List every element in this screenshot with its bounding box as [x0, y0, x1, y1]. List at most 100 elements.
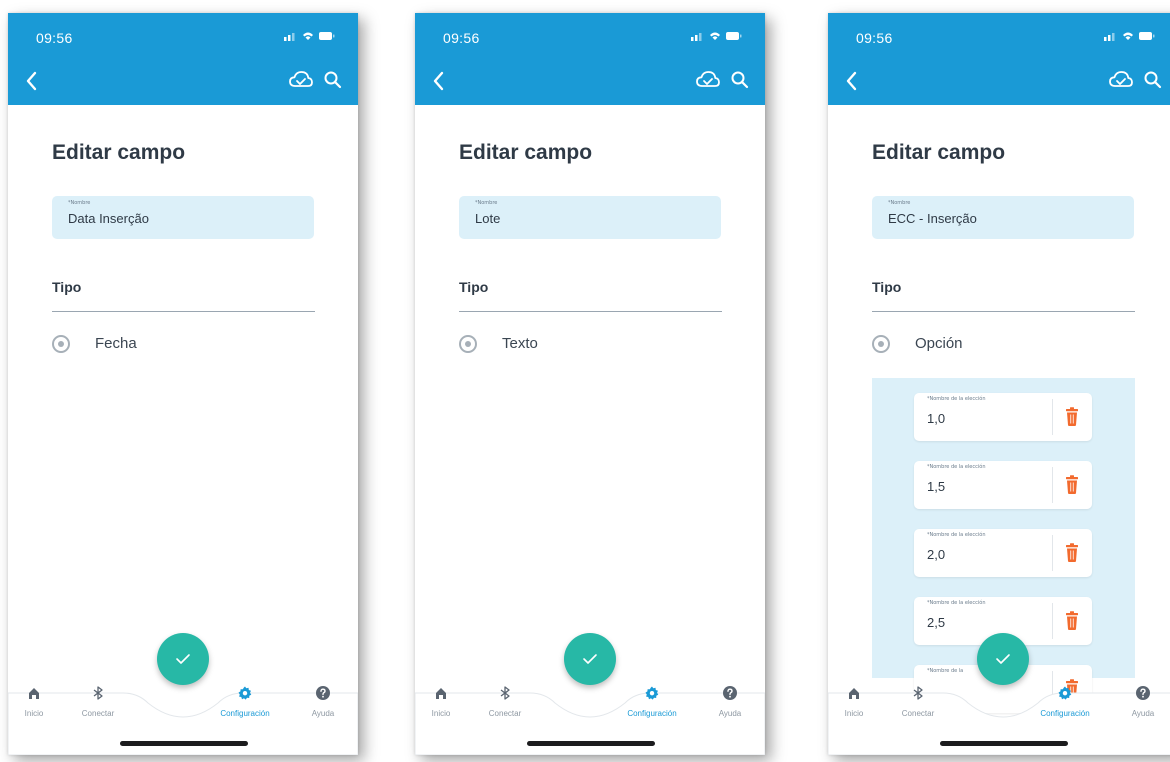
nav-item-ayuda[interactable]: Ayuda	[300, 685, 346, 725]
name-field-label: *Nombre	[888, 200, 911, 206]
nav-label-conectar: Conectar	[488, 709, 522, 718]
divider	[459, 311, 722, 312]
confirm-fab-button[interactable]	[564, 633, 616, 685]
type-option-label: Fecha	[95, 335, 137, 352]
search-icon[interactable]	[729, 69, 751, 91]
nav-label-inicio: Inicio	[431, 709, 451, 718]
name-field-label: *Nombre	[475, 200, 498, 206]
help-icon	[1136, 686, 1150, 700]
nav-item-conectar[interactable]: Conectar	[70, 685, 126, 725]
divider	[1052, 399, 1053, 435]
bluetooth-icon	[93, 686, 103, 700]
nav-label-inicio: Inicio	[24, 709, 44, 718]
page-title: Editar campo	[459, 141, 593, 164]
check-icon	[176, 654, 190, 664]
bluetooth-icon	[913, 686, 923, 700]
nav-label-ayuda: Ayuda	[1131, 709, 1155, 718]
nav-item-inicio[interactable]: Inicio	[421, 685, 461, 725]
trash-icon[interactable]	[1062, 609, 1082, 633]
nav-label-conectar: Conectar	[81, 709, 115, 718]
cloud-sync-icon[interactable]	[288, 69, 314, 91]
name-field-value[interactable]: Lote	[475, 211, 500, 226]
page-title: Editar campo	[52, 141, 186, 164]
nav-item-conectar[interactable]: Conectar	[477, 685, 533, 725]
nav-label-conectar: Conectar	[901, 709, 935, 718]
choice-field-1[interactable]: *Nombre de la elección 1,0	[914, 393, 1092, 441]
choice-field-3[interactable]: *Nombre de la elección 2,0	[914, 529, 1092, 577]
radio-button-icon[interactable]	[459, 335, 477, 353]
phone-screen-1: 09:56 Editar campo *Nombre Data Inserção…	[8, 13, 358, 755]
confirm-fab-button[interactable]	[977, 633, 1029, 685]
home-icon	[436, 688, 446, 699]
home-indicator	[940, 741, 1068, 746]
gear-icon	[238, 686, 252, 700]
status-icons	[691, 32, 742, 41]
search-icon[interactable]	[1142, 69, 1164, 91]
type-section-heading: Tipo	[459, 279, 489, 295]
chevron-left-icon[interactable]	[842, 69, 862, 93]
status-icons	[284, 32, 335, 41]
status-time: 09:56	[443, 30, 480, 46]
bluetooth-icon	[500, 686, 510, 700]
choice-field-2[interactable]: *Nombre de la elección 1,5	[914, 461, 1092, 509]
chevron-left-icon[interactable]	[22, 69, 42, 93]
home-indicator	[527, 741, 655, 746]
phone-screen-2: 09:56 Editar campo *Nombre Lote Tipo Tex…	[415, 13, 765, 755]
type-radio-option[interactable]: Texto	[459, 333, 659, 357]
page-title: Editar campo	[872, 141, 1006, 164]
nav-item-ayuda[interactable]: Ayuda	[707, 685, 753, 725]
nav-item-configuracion[interactable]: Configuración	[613, 685, 691, 725]
nav-item-conectar[interactable]: Conectar	[890, 685, 946, 725]
choice-field-value[interactable]: 1,0	[927, 411, 945, 426]
type-option-label: Texto	[502, 335, 538, 352]
nav-label-configuracion: Configuración	[220, 709, 270, 718]
home-icon	[29, 688, 39, 699]
trash-icon[interactable]	[1062, 473, 1082, 497]
choice-field-label: *Nombre de la elección	[927, 600, 986, 606]
app-header: 09:56	[415, 13, 765, 105]
type-section-heading: Tipo	[52, 279, 82, 295]
status-icons	[1104, 32, 1155, 41]
help-icon	[316, 686, 330, 700]
name-field[interactable]: *Nombre Lote	[459, 196, 721, 239]
type-option-label: Opción	[915, 335, 963, 352]
radio-button-icon[interactable]	[52, 335, 70, 353]
nav-item-inicio[interactable]: Inicio	[14, 685, 54, 725]
nav-label-configuracion: Configuración	[1040, 709, 1090, 718]
chevron-left-icon[interactable]	[429, 69, 449, 93]
divider	[52, 311, 315, 312]
divider	[872, 311, 1135, 312]
radio-button-icon[interactable]	[872, 335, 890, 353]
name-field[interactable]: *Nombre ECC - Inserção	[872, 196, 1134, 239]
app-header: 09:56	[8, 13, 358, 105]
nav-label-inicio: Inicio	[844, 709, 864, 718]
search-icon[interactable]	[322, 69, 344, 91]
nav-item-configuracion[interactable]: Configuración	[206, 685, 284, 725]
trash-icon[interactable]	[1062, 405, 1082, 429]
choice-field-label: *Nombre de la elección	[927, 532, 986, 538]
check-icon	[996, 654, 1010, 664]
trash-icon[interactable]	[1062, 541, 1082, 565]
status-time: 09:56	[36, 30, 73, 46]
gear-icon	[1058, 686, 1072, 700]
type-radio-option[interactable]: Opción	[872, 333, 1072, 357]
cloud-sync-icon[interactable]	[695, 69, 721, 91]
nav-item-configuracion[interactable]: Configuración	[1026, 685, 1104, 725]
help-icon	[723, 686, 737, 700]
name-field[interactable]: *Nombre Data Inserção	[52, 196, 314, 239]
type-section-heading: Tipo	[872, 279, 902, 295]
choice-field-label: *Nombre de la elección	[927, 464, 986, 470]
nav-item-ayuda[interactable]: Ayuda	[1120, 685, 1166, 725]
cloud-sync-icon[interactable]	[1108, 69, 1134, 91]
name-field-value[interactable]: ECC - Inserção	[888, 211, 977, 226]
choice-field-value[interactable]: 2,5	[927, 615, 945, 630]
name-field-value[interactable]: Data Inserção	[68, 211, 149, 226]
app-header: 09:56	[828, 13, 1170, 105]
choice-field-value[interactable]: 1,5	[927, 479, 945, 494]
choice-field-value[interactable]: 2,0	[927, 547, 945, 562]
home-indicator	[120, 741, 248, 746]
confirm-fab-button[interactable]	[157, 633, 209, 685]
nav-item-inicio[interactable]: Inicio	[834, 685, 874, 725]
type-radio-option[interactable]: Fecha	[52, 333, 252, 357]
divider	[1052, 467, 1053, 503]
